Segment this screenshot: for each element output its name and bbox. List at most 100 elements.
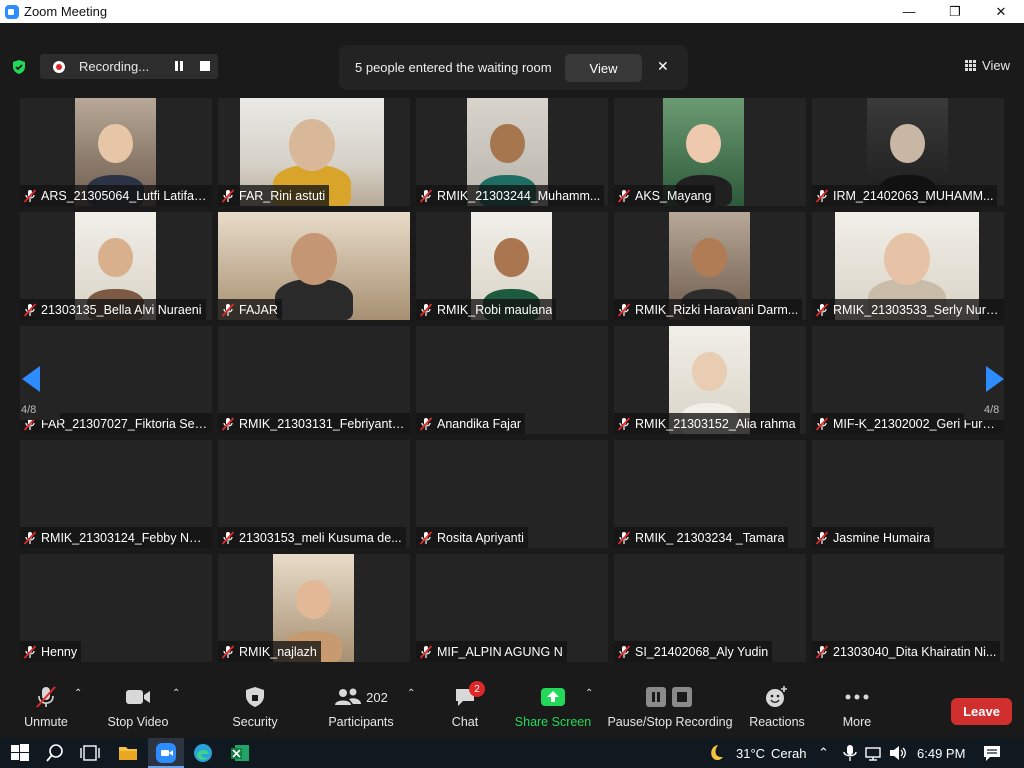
- leave-button[interactable]: Leave: [951, 698, 1012, 725]
- windows-taskbar: 31°C Cerah ⌃ 6:49 PM: [0, 738, 1024, 768]
- view-label: View: [982, 58, 1010, 73]
- participant-name: FAJAR: [239, 302, 278, 317]
- participant-tile[interactable]: RMIK_21303124_Febby Nur...: [20, 440, 212, 548]
- waiting-room-view-button[interactable]: View: [565, 54, 642, 82]
- recording-indicator: Recording...: [40, 54, 218, 79]
- participant-tile[interactable]: MIF_ALPIN AGUNG N: [416, 554, 608, 662]
- microphone-muted-icon: [815, 302, 829, 317]
- participant-nametag: RMIK_21303124_Febby Nur...: [20, 527, 212, 548]
- participant-tile[interactable]: 21303040_Dita Khairatin Ni...: [812, 554, 1004, 662]
- security-button[interactable]: Security: [230, 685, 280, 735]
- volume-icon[interactable]: [888, 743, 908, 763]
- security-shield-icon: [244, 685, 266, 709]
- encryption-shield-icon[interactable]: [11, 59, 27, 75]
- task-view-icon[interactable]: [80, 743, 100, 763]
- microphone-tray-icon[interactable]: [840, 743, 860, 763]
- prev-page-button[interactable]: 4/8: [20, 336, 60, 420]
- windows-start-icon[interactable]: [10, 743, 30, 763]
- microphone-muted-icon: [419, 302, 433, 317]
- stop-video-label: Stop Video: [107, 715, 169, 729]
- participants-button[interactable]: 202 Participants: [328, 685, 394, 735]
- microphone-muted-icon: [419, 644, 433, 659]
- microphone-muted-icon: [23, 644, 37, 659]
- view-button[interactable]: View: [965, 58, 1010, 73]
- next-page-button[interactable]: 4/8: [964, 336, 1004, 420]
- chevron-left-icon: [22, 366, 40, 392]
- participant-tile[interactable]: SI_21402068_Aly Yudin: [614, 554, 806, 662]
- participant-tile[interactable]: Jasmine Humaira: [812, 440, 1004, 548]
- pause-recording-icon[interactable]: [174, 61, 184, 71]
- participant-nametag: Jasmine Humaira: [812, 527, 935, 548]
- page-indicator-right: 4/8: [984, 404, 1000, 416]
- edge-browser-icon[interactable]: [193, 743, 213, 763]
- weather-moon-icon[interactable]: [705, 743, 725, 763]
- ellipsis-icon: [844, 685, 870, 709]
- participant-tile[interactable]: IRM_21402063_MUHAMM...: [812, 98, 1004, 206]
- participant-tile[interactable]: FAR_Rini astuti: [218, 98, 410, 206]
- notification-center-icon[interactable]: [982, 743, 1002, 763]
- participant-nametag: RMIK_21303244_Muhamm...: [416, 185, 605, 206]
- participant-tile[interactable]: RMIK_Rizki Haravani Darm...: [614, 212, 806, 320]
- participant-tile[interactable]: RMIK_Robi maulana: [416, 212, 608, 320]
- participant-tile[interactable]: 21303135_Bella Alvi Nuraeni: [20, 212, 212, 320]
- video-camera-icon: [124, 685, 152, 709]
- more-button[interactable]: More: [840, 685, 874, 735]
- participant-nametag: RMIK_21303131_Febriyanti ...: [218, 413, 410, 434]
- participant-name: RMIK_21303244_Muhamm...: [437, 188, 601, 203]
- participant-nametag: RMIK_Robi maulana: [416, 299, 557, 320]
- participant-tile[interactable]: AKS_Mayang: [614, 98, 806, 206]
- microphone-muted-icon: [23, 530, 37, 545]
- participant-name: SI_21402068_Aly Yudin: [635, 644, 769, 659]
- audio-options-caret-icon[interactable]: ⌃: [74, 688, 82, 699]
- search-icon[interactable]: [45, 743, 65, 763]
- stop-recording-icon[interactable]: [200, 61, 210, 71]
- participant-name: FAR_21307027_Fiktoria Ser...: [41, 416, 208, 431]
- window-title: Zoom Meeting: [24, 4, 108, 19]
- microphone-muted-icon: [815, 416, 829, 431]
- participant-name: FAR_Rini astuti: [239, 188, 326, 203]
- share-screen-button[interactable]: Share Screen: [515, 685, 591, 735]
- participant-tile[interactable]: RMIK_najlazh: [218, 554, 410, 662]
- participant-name: MIF_ALPIN AGUNG N: [437, 644, 563, 659]
- participant-tile[interactable]: Rosita Apriyanti: [416, 440, 608, 548]
- participant-tile[interactable]: 21303153_meli Kusuma de...: [218, 440, 410, 548]
- participant-name: 21303135_Bella Alvi Nuraeni: [41, 302, 202, 317]
- minimize-button[interactable]: —: [886, 0, 932, 23]
- excel-icon[interactable]: [230, 743, 250, 763]
- chat-button[interactable]: 2 Chat: [450, 681, 485, 735]
- participant-nametag: Anandika Fajar: [416, 413, 526, 434]
- participant-name: RMIK_21303131_Febriyanti ...: [239, 416, 406, 431]
- participant-nametag: RMIK_Rizki Haravani Darm...: [614, 299, 803, 320]
- participant-tile[interactable]: RMIK_21303152_Alia rahma: [614, 326, 806, 434]
- unmute-button[interactable]: Unmute: [22, 685, 70, 735]
- participant-tile[interactable]: RMIK_ 21303234 _Tamara: [614, 440, 806, 548]
- participant-tile[interactable]: RMIK_21303533_Serly Nury...: [812, 212, 1004, 320]
- file-explorer-icon[interactable]: [118, 743, 138, 763]
- reactions-button[interactable]: Reactions: [749, 685, 805, 735]
- participant-name: Henny: [41, 644, 78, 659]
- participant-tile[interactable]: RMIK_21303131_Febriyanti ...: [218, 326, 410, 434]
- zoom-taskbar-button[interactable]: [148, 738, 184, 768]
- network-icon[interactable]: [864, 743, 884, 763]
- stop-video-button[interactable]: Stop Video: [107, 685, 169, 735]
- tray-chevron-up-icon[interactable]: ⌃: [818, 738, 829, 768]
- participant-tile[interactable]: ARS_21305064_Lutfi Latifah...: [20, 98, 212, 206]
- pause-stop-recording-button[interactable]: Pause/Stop Recording: [607, 685, 733, 735]
- participant-tile[interactable]: Henny: [20, 554, 212, 662]
- share-options-caret-icon[interactable]: ⌃: [585, 688, 593, 699]
- weather-widget[interactable]: 31°C Cerah: [736, 738, 806, 768]
- pause-stop-recording-label: Pause/Stop Recording: [607, 715, 733, 729]
- participant-tile[interactable]: FAJAR: [218, 212, 410, 320]
- participant-tile[interactable]: Anandika Fajar: [416, 326, 608, 434]
- participant-nametag: 21303040_Dita Khairatin Ni...: [812, 641, 1001, 662]
- video-options-caret-icon[interactable]: ⌃: [172, 688, 180, 699]
- participant-nametag: 21303153_meli Kusuma de...: [218, 527, 406, 548]
- unmute-label: Unmute: [24, 715, 68, 729]
- participant-tile[interactable]: RMIK_21303244_Muhamm...: [416, 98, 608, 206]
- clock[interactable]: 6:49 PM: [917, 738, 965, 768]
- close-icon[interactable]: ✕: [657, 58, 669, 75]
- maximize-button[interactable]: ❐: [932, 0, 978, 23]
- participants-caret-icon[interactable]: ⌃: [407, 688, 415, 699]
- close-window-button[interactable]: ✕: [978, 0, 1024, 23]
- participant-name: Anandika Fajar: [437, 416, 522, 431]
